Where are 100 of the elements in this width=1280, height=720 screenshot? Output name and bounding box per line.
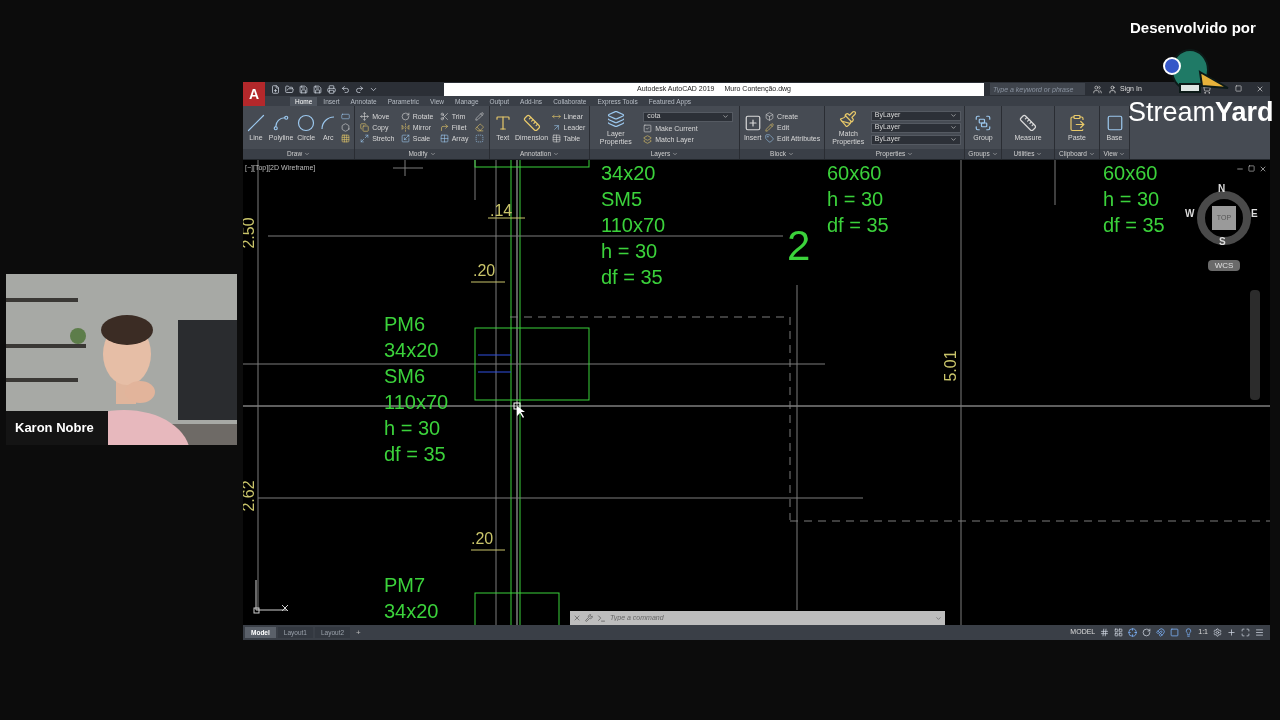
dimension-text: .20 <box>473 262 496 280</box>
annotation-text: SM6 <box>384 364 427 389</box>
user-icon <box>1108 84 1117 94</box>
scrollbar[interactable] <box>1250 290 1260 400</box>
dimension-text: .20 <box>471 530 494 548</box>
square-plus-icon <box>743 113 762 132</box>
caret-icon <box>304 151 311 157</box>
ribbon-icon-button[interactable] <box>341 134 350 143</box>
grid-icon <box>439 134 449 143</box>
dimension-text: 2.50 <box>243 217 258 249</box>
crosshair-icon[interactable] <box>1128 628 1138 637</box>
save-icon[interactable] <box>299 84 308 94</box>
ribbon-icon-button[interactable] <box>474 112 484 121</box>
caret-icon <box>672 151 679 157</box>
ribbon-icon-button[interactable] <box>341 112 350 121</box>
compass-direction[interactable]: N <box>1218 181 1226 196</box>
annotation-text: PM7 <box>384 573 427 598</box>
ruler-icon <box>522 113 541 132</box>
group-icon <box>974 113 992 132</box>
annotation-text: df = 35 <box>827 213 889 238</box>
app-logo[interactable]: A <box>243 82 265 106</box>
caret-icon <box>1088 151 1095 157</box>
annotation-text: df = 35 <box>1103 213 1165 238</box>
cart-icon[interactable] <box>1201 84 1211 94</box>
caret-icon <box>787 151 794 157</box>
ribbon-icon-button[interactable] <box>341 123 350 132</box>
mirror-icon <box>400 123 410 132</box>
text-icon <box>493 113 512 132</box>
dimension-text: 5.01 <box>941 350 960 382</box>
square-icon[interactable] <box>1170 628 1180 637</box>
annotation-text: df = 35 <box>384 442 447 467</box>
brand-logo-text: StreamYard <box>1128 96 1274 128</box>
caret-icon <box>1036 151 1043 157</box>
ucs-axes-icon <box>253 578 289 614</box>
magnet-icon[interactable] <box>1156 628 1166 637</box>
ribbon-icon-button[interactable] <box>474 123 484 132</box>
printer-icon[interactable] <box>327 84 336 94</box>
corner-icon <box>439 123 449 132</box>
dimension-text: 2.62 <box>243 480 258 512</box>
grid-icon[interactable] <box>1100 628 1110 637</box>
redo-icon[interactable] <box>355 84 364 94</box>
layers-icon <box>606 109 625 128</box>
ucs-menu[interactable]: WCS <box>1208 260 1240 271</box>
compass-ring[interactable] <box>1196 190 1252 246</box>
clipboard-icon <box>1068 113 1086 132</box>
caret-icon <box>1119 151 1126 157</box>
restore-icon[interactable] <box>1235 85 1242 92</box>
snap-icon[interactable] <box>1114 628 1124 637</box>
caret-icon <box>553 151 560 157</box>
hexagon-icon <box>341 123 350 132</box>
credit-text: Desenvolvido por <box>1130 18 1256 38</box>
caret-icon <box>429 151 436 157</box>
stretch-icon <box>360 134 370 143</box>
compass-direction[interactable]: S <box>1219 234 1226 249</box>
curve-icon <box>272 113 291 132</box>
wrench-icon[interactable] <box>585 614 593 622</box>
fullscreen-icon[interactable] <box>1241 628 1250 637</box>
ribbon-icon-button[interactable] <box>474 134 484 143</box>
duck-logo-icon <box>1162 46 1230 94</box>
square-icon <box>1105 113 1124 132</box>
rotate-icon <box>400 112 410 121</box>
caret-icon <box>907 151 914 157</box>
annotation-text: 110x70 <box>601 213 666 238</box>
annotation-text: df = 35 <box>601 265 664 290</box>
annotation-text: 34x20 <box>601 161 657 186</box>
menu-icon[interactable] <box>1255 628 1264 637</box>
copy-icon <box>360 123 370 132</box>
annotation-text: 60x60 <box>1103 161 1159 186</box>
people-icon[interactable] <box>1093 84 1102 94</box>
table-icon <box>551 134 561 143</box>
save-icon[interactable] <box>313 84 322 94</box>
annotation-text: 34x20 <box>384 599 439 624</box>
plus-icon[interactable] <box>1227 628 1236 637</box>
compass-direction[interactable]: E <box>1251 206 1258 221</box>
participant-name: Karon Nobre <box>6 411 108 445</box>
diagonal-arrow-icon <box>551 123 561 132</box>
pencil-icon <box>474 112 484 121</box>
annotation-text: PM6 <box>384 312 427 337</box>
annotation-text: h = 30 <box>827 187 885 212</box>
annotation-text: 110x70 <box>384 390 449 415</box>
lightbulb-icon[interactable] <box>1184 628 1194 637</box>
annotation-text: h = 30 <box>1103 187 1161 212</box>
restore-icon[interactable] <box>1248 165 1255 172</box>
compass-direction[interactable]: W <box>1185 206 1195 221</box>
folder-icon[interactable] <box>285 84 294 94</box>
caret-icon <box>991 151 998 157</box>
settings-icon[interactable] <box>1213 628 1222 637</box>
annotation-text: 34x20 <box>384 338 440 363</box>
annotation-text: h = 30 <box>384 416 442 441</box>
horizontal-arrow-icon <box>551 112 561 121</box>
annotation-text: 60x60 <box>827 161 883 186</box>
annotation-text: 2 <box>787 222 811 270</box>
paintbrush-icon <box>839 109 858 128</box>
pencil-icon <box>765 123 775 132</box>
undo-icon[interactable] <box>341 84 350 94</box>
add-layout-button[interactable]: + <box>352 627 365 638</box>
rotate-icon[interactable] <box>1142 628 1152 637</box>
new-file-icon[interactable] <box>271 84 280 94</box>
move-icon <box>360 112 370 121</box>
check-square-icon <box>643 123 653 133</box>
